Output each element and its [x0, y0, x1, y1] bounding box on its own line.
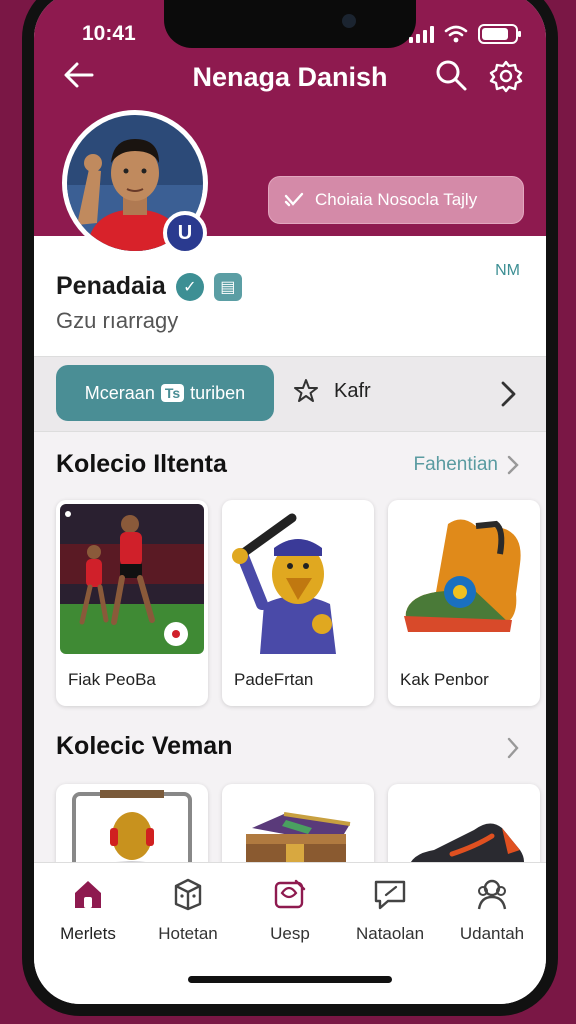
chevron-right-icon: [507, 455, 519, 475]
profile-subtitle: Gzu rıarragy: [56, 308, 179, 333]
nav-item-people[interactable]: Udantah: [442, 877, 542, 944]
profile-name: Penadaia: [56, 272, 166, 300]
chat-icon: [374, 880, 406, 910]
status-icons: [409, 24, 521, 44]
tab-active-chip: Ts: [160, 384, 185, 402]
profile-card: Penadaia ✓ ▤ Gzu rıarragy NM: [34, 236, 546, 356]
nav-label: Nataolan: [355, 924, 425, 943]
signal-icon: [409, 25, 434, 43]
section-title-collections: Kolecio Iltenta: [56, 450, 227, 478]
status-time: 10:41: [82, 22, 136, 45]
search-icon[interactable]: [434, 58, 468, 92]
phone-frame: 10:41 Nenaga Danish U Choiaia Nosocla Ta…: [22, 0, 558, 1016]
document-icon[interactable]: ▤: [213, 272, 242, 301]
status-bar: 10:41: [34, 22, 546, 52]
gift-icon: [274, 879, 306, 909]
card-label: Fiak PeoBa: [68, 670, 156, 689]
tab-second[interactable]: Kafr: [292, 377, 371, 405]
screen: 10:41 Nenaga Danish U Choiaia Nosocla Ta…: [34, 0, 546, 1004]
nav-label: Uesp: [270, 924, 310, 943]
chevron-right-icon[interactable]: [496, 377, 520, 411]
card-label: PadeFrtan: [234, 670, 314, 689]
verified-icon: ✓: [175, 272, 204, 301]
card-image-character: [226, 504, 370, 654]
tab-second-label: Kafr: [334, 379, 371, 402]
chevron-right-icon[interactable]: [506, 736, 520, 760]
page-title: Nenaga Danish: [192, 62, 388, 92]
settings-icon[interactable]: [488, 58, 524, 94]
header-action-label: Choiaia Nosocla Tajly: [315, 190, 478, 209]
people-icon: [477, 879, 507, 910]
profile-name-row: Penadaia ✓ ▤: [56, 272, 242, 301]
top-bar: Nenaga Danish: [34, 54, 546, 104]
avatar[interactable]: U: [62, 110, 208, 256]
card-image-football: [60, 504, 204, 654]
wifi-icon: [444, 25, 468, 43]
box-icon: [174, 878, 202, 911]
collection-card[interactable]: Kak Penbor: [388, 500, 540, 706]
nav-item-gift[interactable]: Uesp: [240, 877, 340, 944]
battery-icon: [478, 24, 521, 44]
header-action-button[interactable]: Choiaia Nosocla Tajly: [268, 176, 524, 224]
star-icon: [294, 379, 318, 402]
tab-bar: Mceraan Ts turiben Kafr: [34, 356, 546, 432]
home-indicator[interactable]: [188, 976, 392, 983]
card-label: Kak Penbor: [400, 670, 489, 689]
tab-active-label-left: Mceraan: [84, 382, 155, 403]
check-icon: [284, 192, 304, 207]
section-link-label: Fahentian: [413, 454, 498, 475]
nav-label: Udantah: [459, 924, 525, 943]
team-badge-icon: U: [163, 211, 207, 255]
corner-tag: NM: [495, 262, 520, 279]
section-title-second: Kolecic Veman: [56, 732, 233, 760]
tab-active-label-right: turiben: [190, 382, 246, 403]
collection-card[interactable]: PadeFrtan: [222, 500, 374, 706]
nav-label: Hotetan: [158, 924, 218, 943]
tab-active[interactable]: Mceraan Ts turiben: [56, 365, 274, 421]
collection-card[interactable]: Fiak PeoBa: [56, 500, 208, 706]
nav-item-home[interactable]: Merlets: [38, 877, 138, 944]
nav-item-box[interactable]: Hotetan: [138, 877, 238, 944]
nav-item-chat[interactable]: Nataolan: [340, 877, 440, 944]
section-link-see-all[interactable]: Fahentian: [413, 454, 520, 476]
card-image-boot: [392, 504, 536, 654]
home-icon: [75, 881, 101, 908]
nav-label: Merlets: [60, 924, 116, 943]
